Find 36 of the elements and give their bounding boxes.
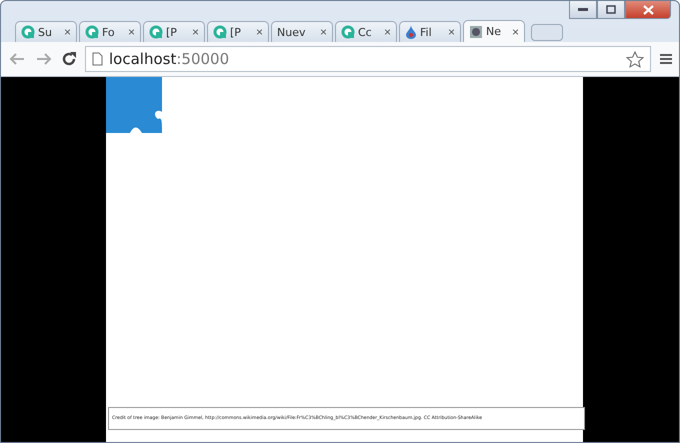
page-icon [92, 52, 103, 66]
star-icon[interactable] [626, 50, 644, 68]
globe-icon [21, 25, 35, 39]
browser-tab[interactable]: Cc × [335, 21, 397, 42]
close-button[interactable] [625, 1, 671, 19]
reload-icon[interactable] [61, 51, 77, 67]
close-tab-button[interactable]: × [128, 25, 135, 39]
menu-icon[interactable] [659, 53, 673, 65]
close-tab-button[interactable]: × [192, 25, 199, 39]
browser-tab[interactable]: [P × [143, 21, 205, 42]
drop-icon [405, 25, 417, 39]
close-tab-button[interactable]: × [512, 24, 519, 38]
url-text: localhost:50000 [109, 50, 230, 68]
globe-icon [213, 25, 227, 39]
close-tab-button[interactable]: × [64, 25, 71, 39]
browser-tab[interactable]: Fil × [399, 21, 461, 42]
browser-tab[interactable]: Nuev × [271, 21, 333, 42]
minimize-button[interactable] [569, 1, 597, 19]
maximize-button[interactable] [597, 1, 625, 19]
browser-tab[interactable]: Fo × [79, 21, 141, 42]
globe-icon [341, 25, 355, 39]
close-tab-button[interactable]: × [320, 25, 327, 39]
browser-tab[interactable]: Ne × [463, 20, 525, 42]
close-tab-button[interactable]: × [384, 25, 391, 39]
puzzle-piece-icon [106, 77, 162, 133]
close-tab-button[interactable]: × [256, 25, 263, 39]
close-tab-button[interactable]: × [448, 25, 455, 39]
globe-icon [85, 25, 99, 39]
globe-icon [149, 25, 163, 39]
browser-tab[interactable]: [P × [207, 21, 269, 42]
minimize-icon [578, 8, 588, 12]
browser-tab[interactable]: Su × [15, 21, 77, 42]
close-icon [642, 4, 654, 14]
page-icon [469, 24, 483, 38]
address-field[interactable]: localhost:50000 [85, 46, 651, 72]
maximize-icon [606, 5, 616, 14]
